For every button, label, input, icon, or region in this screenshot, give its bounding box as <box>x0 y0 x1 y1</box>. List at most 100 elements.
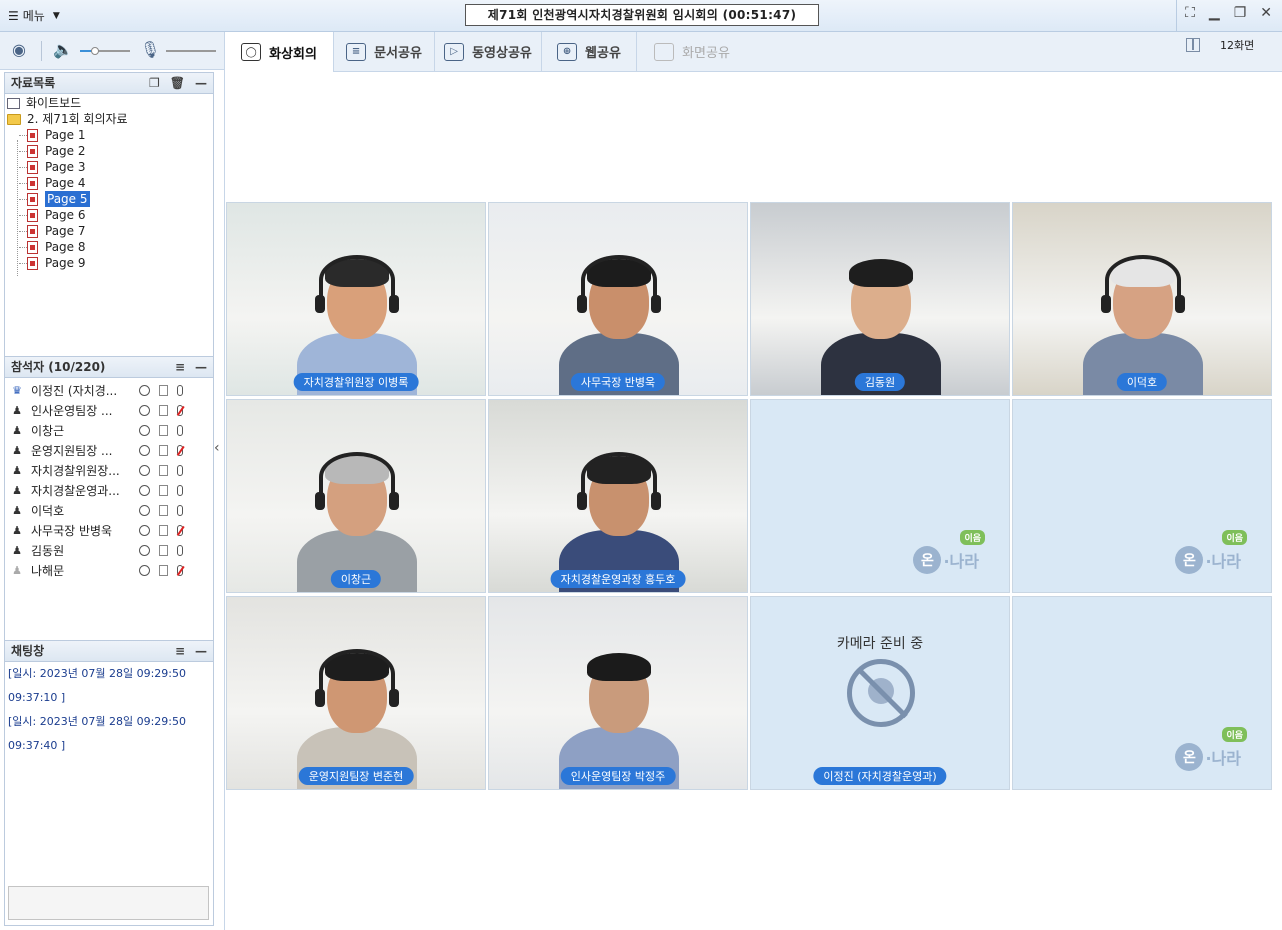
video-tile[interactable]: 인사운영팀장 박정주 <box>488 596 748 790</box>
list-menu-icon[interactable]: ≡ <box>175 357 185 377</box>
participant-row[interactable]: ♟ 자치경찰운영과... <box>5 480 213 500</box>
whiteboard-item[interactable]: 화이트보드 <box>7 95 213 111</box>
tab-web-share[interactable]: ⊕ 웹공유 <box>542 32 637 71</box>
participant-row[interactable]: ♟ 운영지원팀장 ... <box>5 440 213 460</box>
camera-status-icon[interactable] <box>139 544 150 556</box>
tab-document-share[interactable]: ≡ 문서공유 <box>334 32 435 71</box>
folder-item[interactable]: 2. 제71회 회의자료 <box>7 111 213 127</box>
tab-video-conference[interactable]: ◯ 화상회의 <box>224 32 334 72</box>
camera-status-icon[interactable] <box>139 524 150 536</box>
page-document-icon <box>27 128 38 142</box>
microphone-icon[interactable]: 🎙 <box>140 40 160 59</box>
document-permission-icon[interactable] <box>159 544 168 556</box>
mic-icon[interactable] <box>177 544 183 556</box>
minimize-icon[interactable]: ▁ <box>1209 5 1220 21</box>
video-tile[interactable]: 온 ·나라 이음 <box>750 399 1010 593</box>
list-menu-icon[interactable]: ≡ <box>175 641 185 661</box>
video-tile[interactable]: 온 ·나라 이음 <box>1012 399 1272 593</box>
camera-status-icon[interactable] <box>139 564 150 576</box>
mic-icon[interactable] <box>177 484 183 496</box>
speaker-icon[interactable]: 🔈 <box>53 40 73 59</box>
document-permission-icon[interactable] <box>159 484 168 496</box>
mic-icon[interactable] <box>177 464 183 476</box>
participant-row[interactable]: ♟ 사무국장 반병욱 <box>5 520 213 540</box>
document-permission-icon[interactable] <box>159 524 168 536</box>
page-item[interactable]: Page 8 <box>7 239 213 255</box>
document-permission-icon[interactable] <box>159 464 168 476</box>
video-tile[interactable]: 자치경찰위원장 이병록 <box>226 202 486 396</box>
play-icon: ▷ <box>444 42 465 61</box>
chat-input[interactable] <box>8 886 209 920</box>
participant-row[interactable]: ♟ 이덕호 <box>5 500 213 520</box>
camera-status-icon[interactable] <box>139 384 150 396</box>
close-icon[interactable]: ✕ <box>1260 5 1272 21</box>
page-item[interactable]: Page 7 <box>7 223 213 239</box>
video-tile[interactable]: 이덕호 <box>1012 202 1272 396</box>
mic-muted-icon[interactable] <box>177 404 183 416</box>
camera-status-icon[interactable] <box>139 464 150 476</box>
video-tile[interactable]: 온 ·나라 이음 <box>1012 596 1272 790</box>
camera-status-icon[interactable] <box>139 404 150 416</box>
page-item[interactable]: Page 3 <box>7 159 213 175</box>
mic-icon[interactable] <box>177 384 183 396</box>
participant-row[interactable]: ♛ 이정진 (자치경... <box>5 380 213 400</box>
document-permission-icon[interactable] <box>159 424 168 436</box>
menu-label: 메뉴 <box>22 9 45 23</box>
page-item[interactable]: Page 4 <box>7 175 213 191</box>
participant-row[interactable]: ♟ 자치경찰위원장... <box>5 460 213 480</box>
camera-status-icon[interactable] <box>139 504 150 516</box>
meeting-title: 제71회 인천광역시자치경찰위원회 임시회의 (00:51:47) <box>465 4 819 26</box>
left-sidebar: 자료목록 ❐ 🗑 — 화이트보드 2. 제71회 회의자료 Page 1 Page… <box>4 72 214 926</box>
document-permission-icon[interactable] <box>159 404 168 416</box>
mic-muted-icon[interactable] <box>177 524 183 536</box>
headset-icon <box>319 452 395 502</box>
participant-row[interactable]: ♟ 인사운영팀장 ... <box>5 400 213 420</box>
page-item[interactable]: Page 6 <box>7 207 213 223</box>
sidebar-collapse-arrow[interactable]: ‹ <box>214 440 220 456</box>
document-permission-icon[interactable] <box>159 384 168 396</box>
page-label: Page 2 <box>45 144 86 158</box>
menu-button[interactable]: ☰ 메뉴 ▼ <box>8 7 60 24</box>
video-tile[interactable]: 자치경찰운영과장 홍두호 <box>488 399 748 593</box>
document-permission-icon[interactable] <box>159 444 168 456</box>
tab-video-share[interactable]: ▷ 동영상공유 <box>435 32 542 71</box>
camera-status-icon[interactable] <box>139 484 150 496</box>
mic-muted-icon[interactable] <box>177 564 183 576</box>
document-permission-icon[interactable] <box>159 564 168 576</box>
restore-icon[interactable]: ❐ <box>1234 5 1247 21</box>
document-permission-icon[interactable] <box>159 504 168 516</box>
page-item[interactable]: Page 5 <box>7 191 213 207</box>
video-grid-area: 자치경찰위원장 이병록 사무국장 반병욱 김동원 이덕호이창근 자치경찰운영과장 홍두호… <box>224 72 1282 930</box>
volume-slider[interactable] <box>80 47 130 55</box>
screen-layout-selector[interactable]: 12화면 <box>1186 37 1254 53</box>
page-item[interactable]: Page 1 <box>7 127 213 143</box>
camera-status-icon[interactable] <box>139 444 150 456</box>
participant-row[interactable]: ♟ 이창근 <box>5 420 213 440</box>
trash-icon[interactable]: 🗑 <box>170 73 185 93</box>
video-tile[interactable]: 김동원 <box>750 202 1010 396</box>
page-label: Page 8 <box>45 240 86 254</box>
camera-status-icon[interactable] <box>139 424 150 436</box>
screen-icon <box>654 42 675 61</box>
headset-icon <box>319 649 395 699</box>
participant-name: 이덕호 <box>31 503 65 518</box>
mic-icon[interactable] <box>177 504 183 516</box>
video-tile[interactable]: 운영지원팀장 변준현 <box>226 596 486 790</box>
video-tile[interactable]: 사무국장 반병욱 <box>488 202 748 396</box>
page-item[interactable]: Page 2 <box>7 143 213 159</box>
mic-icon[interactable] <box>177 424 183 436</box>
collapse-icon[interactable]: — <box>195 641 207 661</box>
page-label: Page 1 <box>45 128 86 142</box>
webcam-icon[interactable]: ◉ <box>12 40 26 59</box>
collapse-icon[interactable]: — <box>195 73 207 93</box>
mic-muted-icon[interactable] <box>177 444 183 456</box>
video-tile[interactable]: 이창근 <box>226 399 486 593</box>
participant-row[interactable]: ♟ 나해문 <box>5 560 213 580</box>
mic-level-slider[interactable] <box>166 50 216 52</box>
video-tile[interactable]: 카메라 준비 중 이정진 (자치경찰운영과) <box>750 596 1010 790</box>
new-window-icon[interactable]: ❐ <box>149 73 160 93</box>
participant-row[interactable]: ♟ 김동원 <box>5 540 213 560</box>
collapse-icon[interactable]: — <box>195 357 207 377</box>
fullscreen-icon[interactable]: ⛶ <box>1185 5 1195 21</box>
page-item[interactable]: Page 9 <box>7 255 213 271</box>
